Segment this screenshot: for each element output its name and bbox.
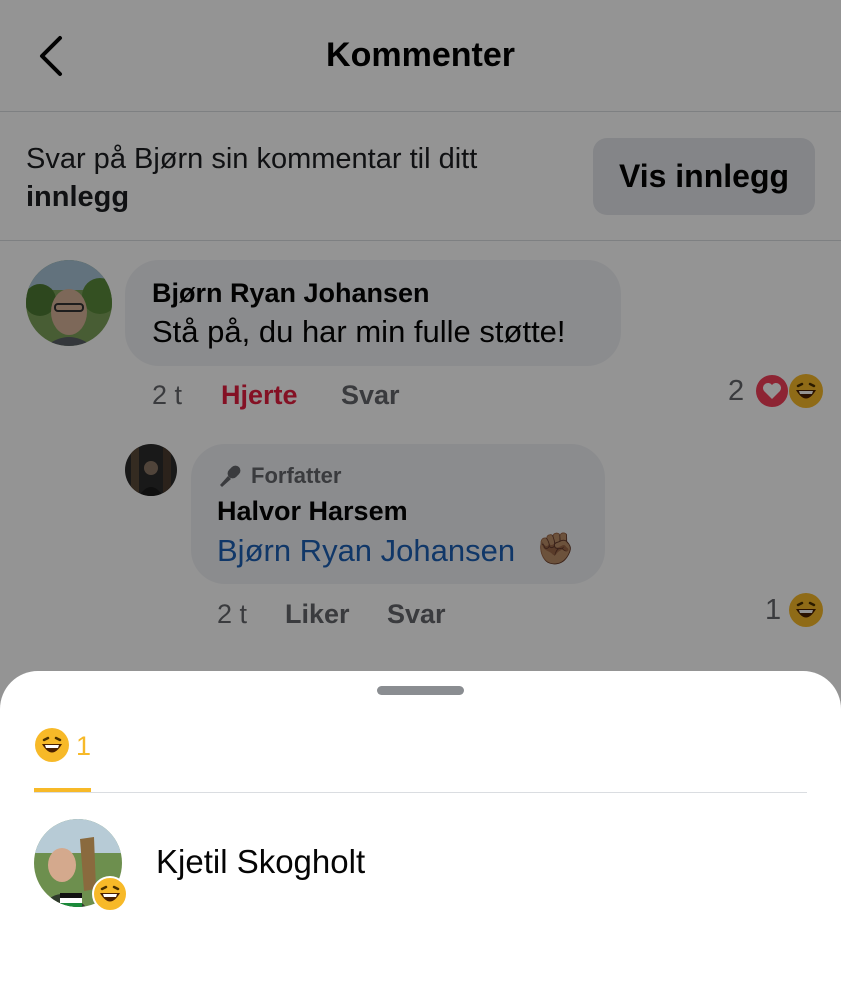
laughing-reaction-icon	[92, 876, 128, 912]
reactor-list-item[interactable]	[34, 818, 807, 918]
sheet-drag-handle[interactable]	[377, 686, 464, 695]
tab-reaction-count: 1	[76, 731, 92, 761]
laughing-reaction-icon	[35, 728, 69, 762]
reactor-name[interactable]: Kjetil Skogholt	[156, 843, 365, 881]
sheet-divider	[34, 792, 807, 793]
